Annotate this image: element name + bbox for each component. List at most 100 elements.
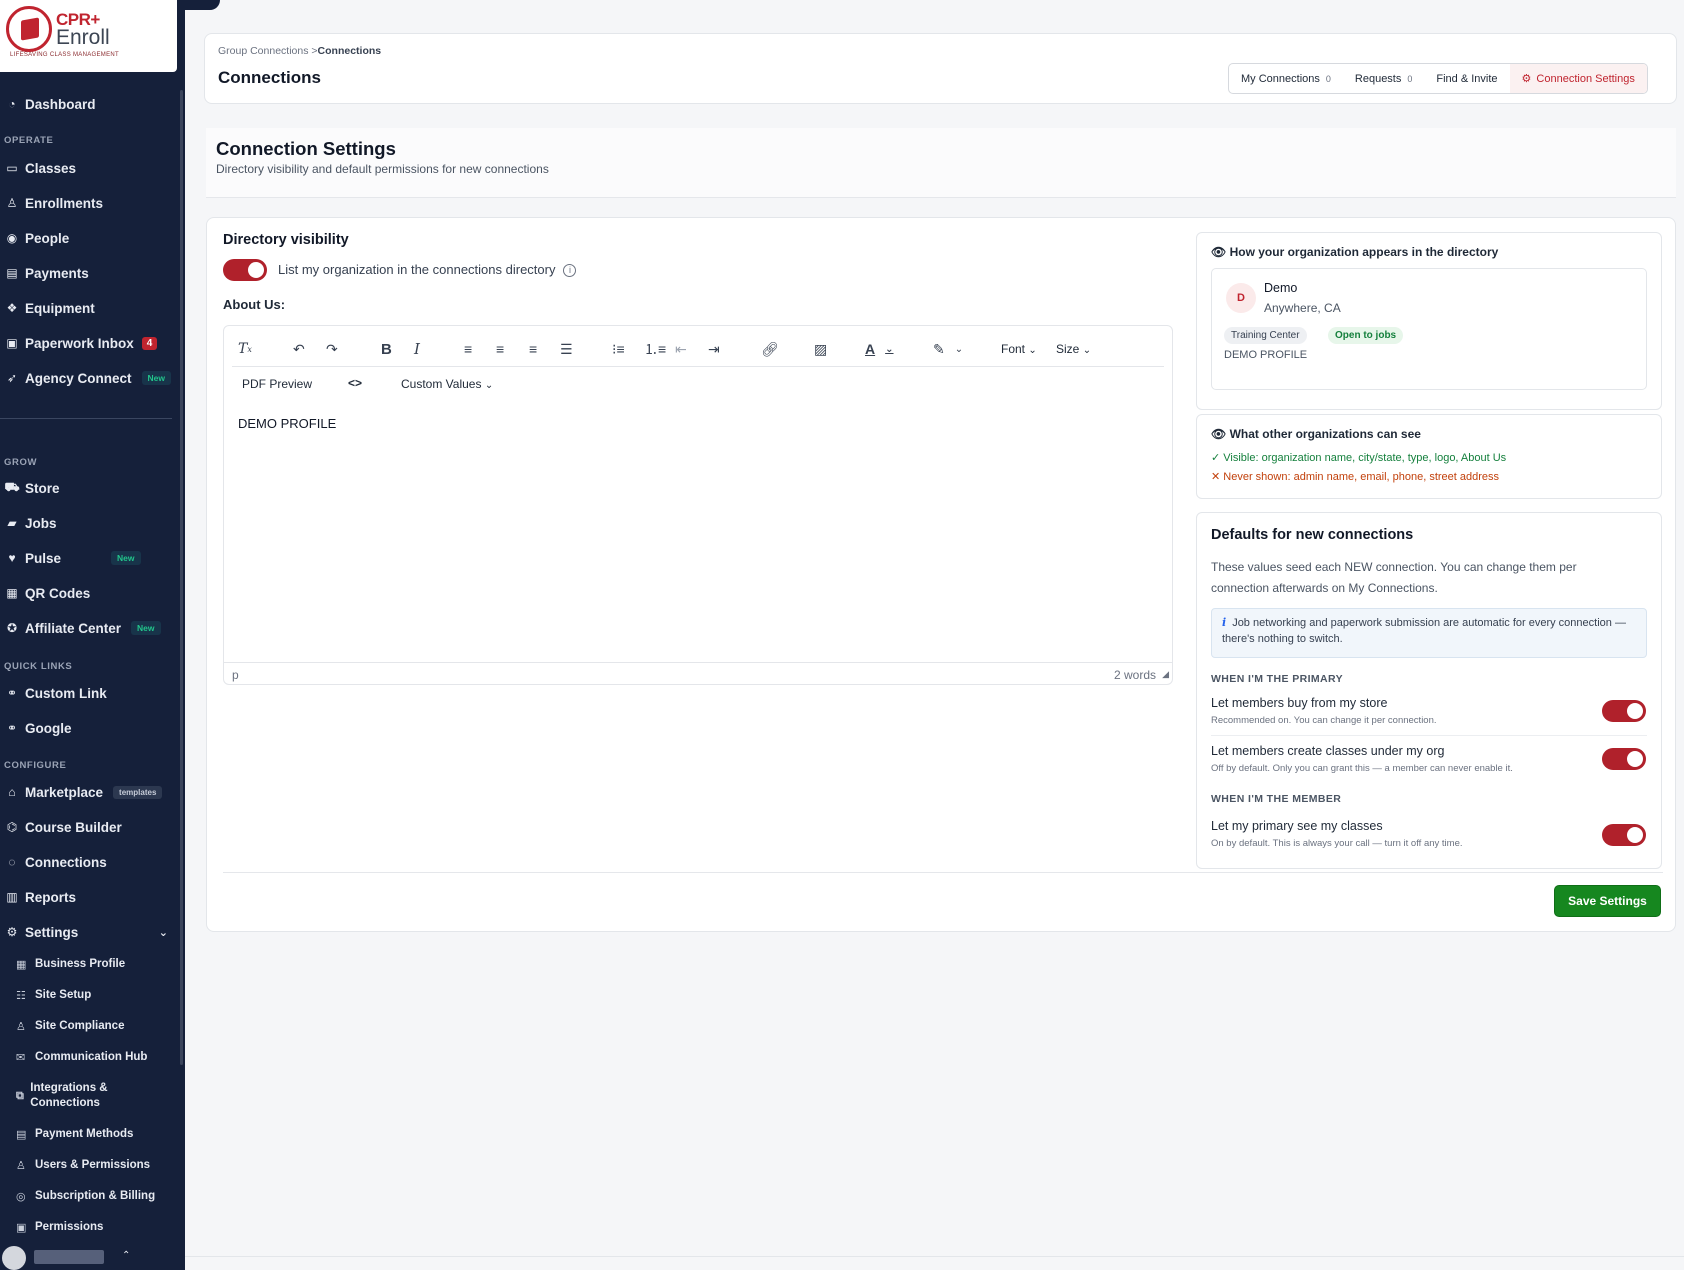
tab-connection-settings[interactable]: ⚙ Connection Settings xyxy=(1509,64,1647,93)
sidebar-item-reports[interactable]: ▥ Reports xyxy=(0,885,172,909)
custom-values-select[interactable]: Custom Values ⌄ xyxy=(401,377,493,391)
sidebar-item-jobs[interactable]: ▰ Jobs xyxy=(0,511,172,535)
chevron-down-icon: ⌄ xyxy=(885,343,894,355)
font-select[interactable]: Font ⌄ xyxy=(1001,342,1037,356)
sidebar-item-connections[interactable]: ◌ Connections xyxy=(0,850,172,874)
sidebar-item-paperwork-inbox[interactable]: ▣ Paperwork Inbox 4 xyxy=(0,331,172,355)
sidebar-item-payments[interactable]: ▤ Payments xyxy=(0,261,172,285)
chevron-down-icon: ⌄ xyxy=(954,343,964,355)
sidebar-item-marketplace[interactable]: ⌂ Marketplace templates xyxy=(0,780,172,804)
primary-caption: WHEN I'M THE PRIMARY xyxy=(1211,673,1344,685)
sidebar-sub-permissions[interactable]: ▣ Permissions xyxy=(16,1220,176,1236)
sidebar-item-label: Enrollments xyxy=(25,195,104,211)
cash-icon: ▤ xyxy=(6,266,18,280)
breadcrumb-parent[interactable]: Group Connections xyxy=(218,45,308,57)
link-icon[interactable]: 🔗︎ xyxy=(761,338,779,360)
align-justify-icon[interactable]: ☰ xyxy=(560,338,573,360)
sidebar-sub-business-profile[interactable]: ▦ Business Profile xyxy=(16,957,176,973)
sidebar-sub-site-setup[interactable]: ☷ Site Setup xyxy=(16,988,176,1004)
sidebar-item-store[interactable]: ⛟ Store xyxy=(0,476,172,500)
sidebar-sub-subscription-billing[interactable]: ◎ Subscription & Billing xyxy=(16,1189,176,1205)
tab-my-connections[interactable]: My Connections 0 xyxy=(1229,64,1343,93)
brand-line2: Enroll xyxy=(56,26,110,49)
directory-listing-toggle[interactable] xyxy=(223,259,267,281)
italic-icon[interactable]: I xyxy=(414,338,420,360)
avatar xyxy=(2,1246,26,1270)
highlight-icon[interactable]: ✎ ⌄ xyxy=(933,338,963,360)
section-operate: OPERATE xyxy=(4,135,54,146)
image-icon[interactable]: ▨ xyxy=(814,338,827,360)
tab-count: 0 xyxy=(1325,73,1331,84)
tab-label: My Connections xyxy=(1241,72,1320,85)
tab-find-invite[interactable]: Find & Invite xyxy=(1424,64,1509,93)
billing-icon: ◎ xyxy=(16,1191,26,1203)
primary-see-classes-toggle[interactable] xyxy=(1602,824,1646,846)
sidebar-item-label: People xyxy=(25,230,70,246)
sidebar-item-enrollments[interactable]: ♙ Enrollments xyxy=(0,191,172,215)
redo-icon[interactable]: ↷ xyxy=(326,338,338,360)
editor-content[interactable]: DEMO PROFILE xyxy=(238,416,336,431)
sidebar-item-people[interactable]: ◉ People xyxy=(0,226,172,250)
size-select[interactable]: Size ⌄ xyxy=(1056,342,1091,356)
sidebar-item-custom-link[interactable]: ⚭ Custom Link xyxy=(0,681,172,705)
sidebar-item-agency-connect[interactable]: ➶ Agency Connect New xyxy=(0,366,172,390)
sidebar-sub-label: Users & Permissions xyxy=(35,1159,151,1171)
tab-requests[interactable]: Requests 0 xyxy=(1343,64,1425,93)
pdf-preview-button[interactable]: PDF Preview xyxy=(242,377,312,391)
briefcase-icon: ▰ xyxy=(7,516,17,530)
automatic-note-text: Job networking and paperwork submission … xyxy=(1222,617,1626,645)
sidebar-item-classes[interactable]: ▭ Classes xyxy=(0,156,172,180)
sidebar-sub-users-permissions[interactable]: ♙ Users & Permissions xyxy=(16,1158,176,1174)
sidebar-item-course-builder[interactable]: ⌬ Course Builder xyxy=(0,815,172,839)
sidebar-item-dashboard[interactable]: ◔ Dashboard xyxy=(0,92,172,116)
resize-handle-icon[interactable]: ◢ xyxy=(1162,669,1169,680)
org-about: DEMO PROFILE xyxy=(1224,349,1308,361)
sidebar-scrollbar[interactable] xyxy=(180,90,183,1065)
user-menu[interactable]: ⌃ xyxy=(0,1244,180,1270)
templates-badge: templates xyxy=(113,785,163,799)
outdent-icon[interactable]: ⇤ xyxy=(675,338,687,360)
bold-icon[interactable]: B xyxy=(381,338,392,360)
sidebar-sub-integrations[interactable]: ⧉ Integrations & Connections xyxy=(16,1081,126,1111)
clear-format-icon[interactable]: Tx xyxy=(238,338,252,360)
align-left-icon[interactable]: ≡ xyxy=(464,338,472,360)
info-icon: i xyxy=(1222,616,1227,629)
save-settings-button[interactable]: Save Settings xyxy=(1554,885,1661,917)
align-right-icon[interactable]: ≡ xyxy=(529,338,537,360)
sidebar-item-google[interactable]: ⚭ Google xyxy=(0,716,172,740)
align-center-icon[interactable]: ≡ xyxy=(496,338,504,360)
sidebar-collapse-tab[interactable] xyxy=(180,0,220,10)
numbered-list-icon[interactable]: ⒈≡ xyxy=(644,338,666,360)
sidebar-item-settings[interactable]: ⚙ Settings ⌄ xyxy=(0,920,172,944)
sidebar-item-label: Dashboard xyxy=(25,96,96,112)
chevron-down-icon: ⌄ xyxy=(1082,345,1092,356)
sidebar-sub-communication-hub[interactable]: ✉ Communication Hub xyxy=(16,1050,176,1066)
custom-values-label: Custom Values xyxy=(401,377,482,391)
sidebar-item-pulse[interactable]: ♥ Pulse New xyxy=(0,546,172,570)
sidebar-sub-site-compliance[interactable]: ♙ Site Compliance xyxy=(16,1019,176,1035)
store-purchase-toggle[interactable] xyxy=(1602,700,1646,722)
brand-logo[interactable]: CPR+ Enroll LIFESAVING CLASS MANAGEMENT xyxy=(0,0,177,72)
speedometer-icon: ◔ xyxy=(8,97,16,111)
bullet-list-icon[interactable]: ⁝≡ xyxy=(612,338,625,360)
sidebar-divider xyxy=(0,418,172,419)
gear-icon: ⚙ xyxy=(1521,73,1532,85)
sidebar-item-label: Affiliate Center xyxy=(25,620,122,636)
defaults-description: These values seed each NEW connection. Y… xyxy=(1211,560,1577,595)
create-classes-toggle[interactable] xyxy=(1602,748,1646,770)
sidebar-item-equipment[interactable]: ❖ Equipment xyxy=(0,296,172,320)
sidebar-item-affiliate-center[interactable]: ✪ Affiliate Center New xyxy=(0,616,172,640)
paperwork-count-badge: 4 xyxy=(141,336,158,350)
text-color-icon[interactable]: A ⌄ xyxy=(865,338,894,360)
visibility-info-title: 👁︎ What other organizations can see xyxy=(1211,427,1421,441)
directory-visibility-title: Directory visibility xyxy=(223,232,349,248)
info-icon[interactable]: i xyxy=(563,264,577,278)
sidebar-sub-payment-methods[interactable]: ▤ Payment Methods xyxy=(16,1127,176,1143)
chevron-up-icon: ⌃ xyxy=(122,1250,131,1261)
sidebar-item-label: Paperwork Inbox xyxy=(25,335,134,351)
indent-icon[interactable]: ⇥ xyxy=(708,338,720,360)
clipboard-icon: ▣ xyxy=(16,1222,27,1234)
sidebar-item-qr-codes[interactable]: ▦ QR Codes xyxy=(0,581,172,605)
undo-icon[interactable]: ↶ xyxy=(293,338,305,360)
code-view-icon[interactable]: <> xyxy=(348,376,362,390)
